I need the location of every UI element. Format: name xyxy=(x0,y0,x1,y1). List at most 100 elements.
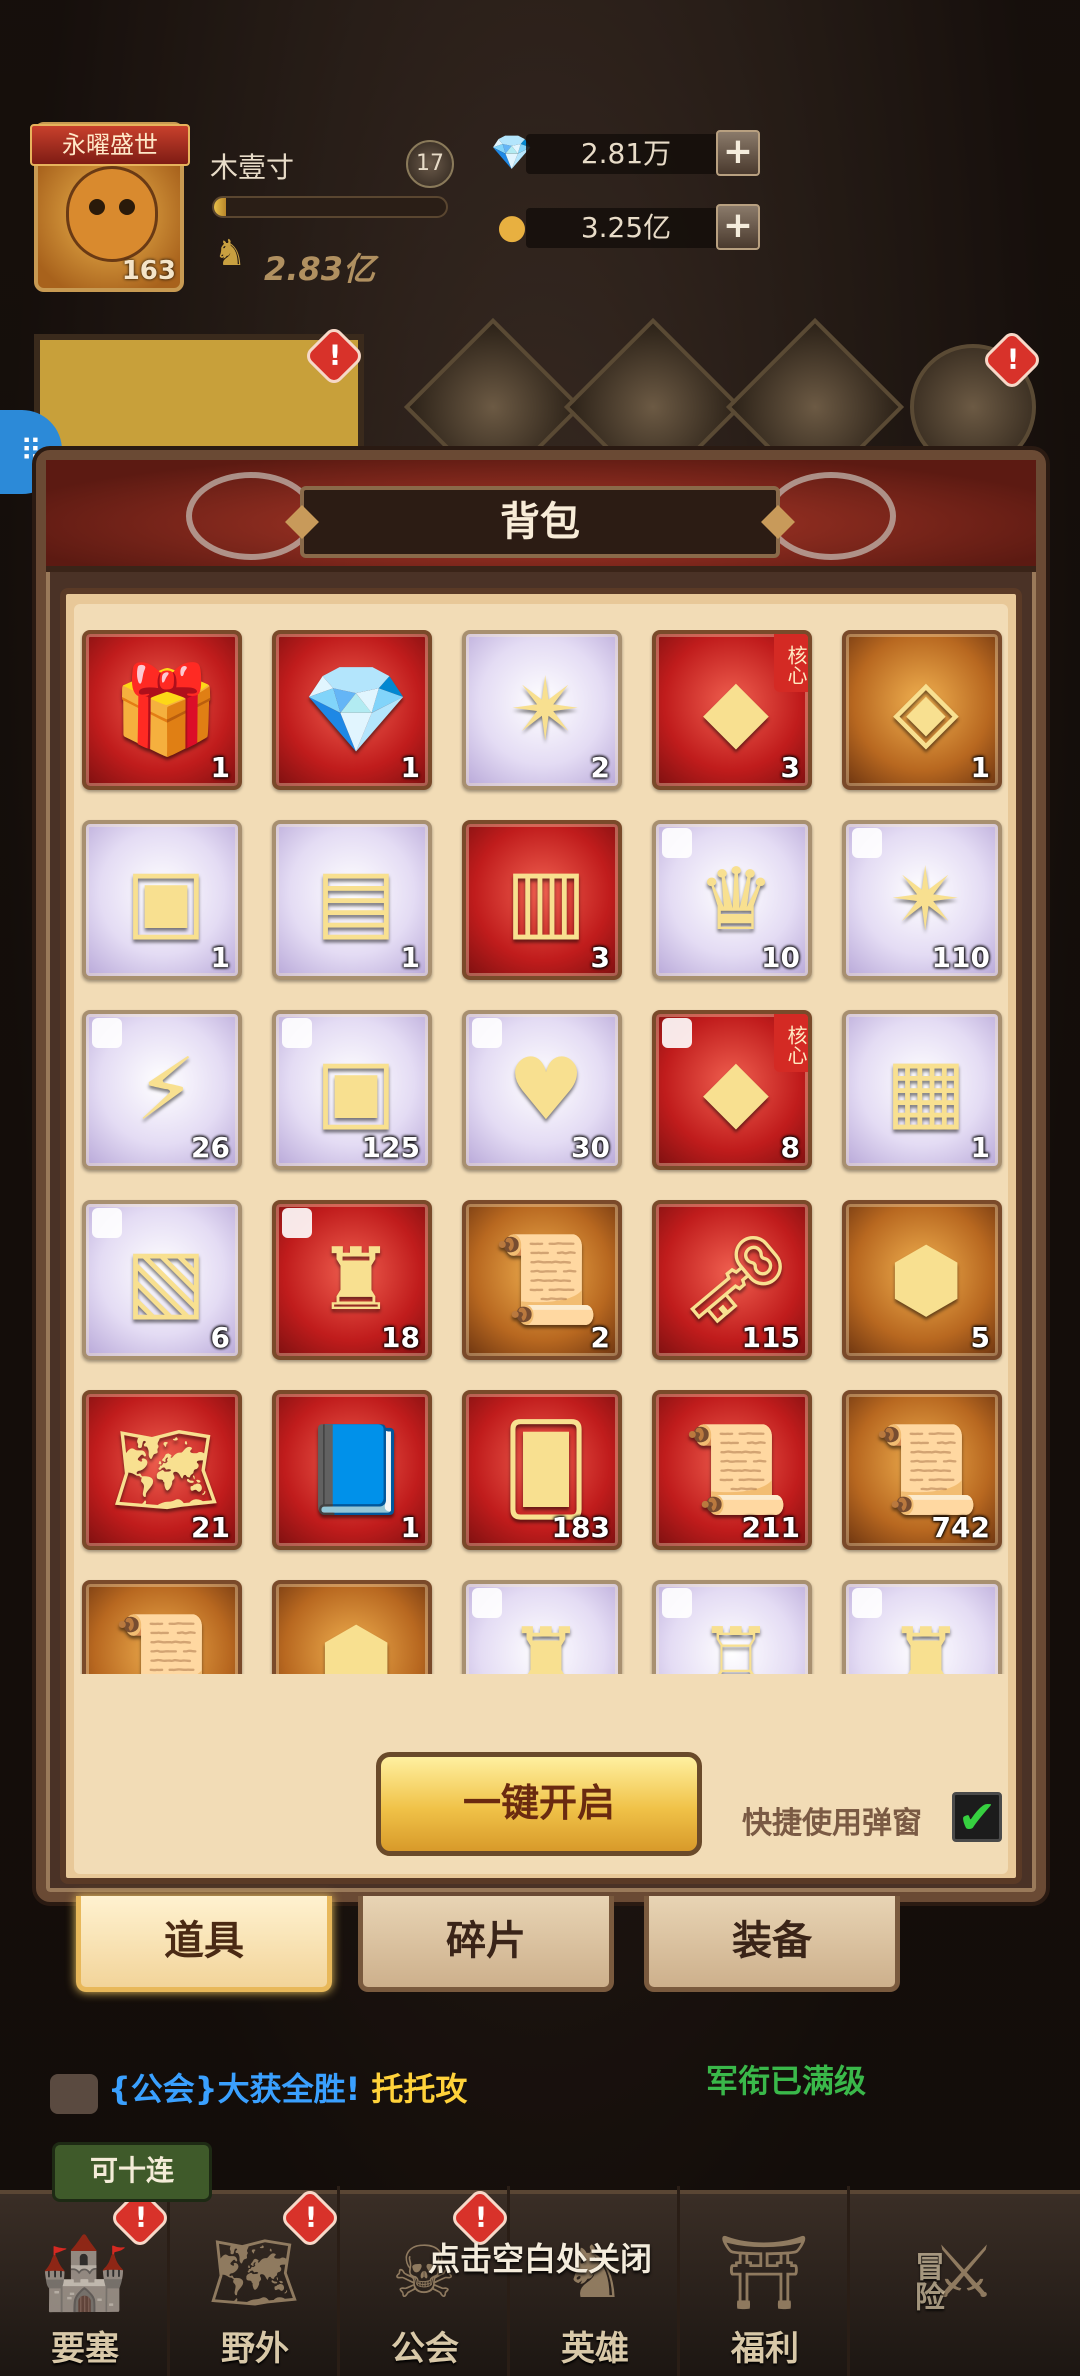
nav-heroes[interactable]: ♞ 英雄 xyxy=(510,2186,680,2376)
quick-use-label: 快捷使用弹窗 xyxy=(742,1806,922,1841)
quick-use-checkbox[interactable]: ✔ xyxy=(952,1792,1002,1842)
tab-items[interactable]: 道具 xyxy=(76,1896,332,1992)
power-value: 2.83亿 xyxy=(264,250,375,288)
item-quantity: 1 xyxy=(970,751,990,784)
chat-highlight: 托托攻 xyxy=(371,2070,468,2108)
inventory-slot[interactable]: 📘 1 xyxy=(272,1390,432,1550)
inventory-slot[interactable]: ♥ 30 xyxy=(462,1010,622,1170)
avatar-level: 163 xyxy=(121,256,176,286)
item-quantity: 1 xyxy=(400,751,420,784)
inventory-slot[interactable]: 📜 xyxy=(82,1580,242,1674)
nav-label: 英雄 xyxy=(561,2329,629,2369)
top-hud: 163 永曜盛世 木壹寸 17 ♞ 2.83亿 💎 2.81万 + ● 3.25… xyxy=(0,0,1080,497)
item-quantity: 2 xyxy=(590,751,610,784)
inventory-slot[interactable]: 💎 1 xyxy=(272,630,432,790)
player-name: 木壹寸 xyxy=(210,151,295,184)
chat-icon[interactable] xyxy=(50,2074,98,2114)
item-quantity: 211 xyxy=(741,1511,800,1544)
inventory-slot[interactable]: 🗺 21 xyxy=(82,1390,242,1550)
item-grid-viewport[interactable]: 🎁 1 💎 1 ✴ 2 ◆ 核心 3 ◈ 1 ▣ 1 ▤ 1 ▥ 3 ♛ 10 ✴ 110 ⚡ 26 ▣ 125 ♥ 30 ◆ 核心 8 ▦… xyxy=(80,630,1020,1674)
tab-fragments[interactable]: 碎片 xyxy=(358,1896,614,1992)
open-all-button[interactable]: 一键开启 xyxy=(376,1752,702,1856)
inventory-slot[interactable]: ♖ xyxy=(652,1580,812,1674)
inventory-slot[interactable]: ▥ 3 xyxy=(462,820,622,980)
item-quantity: 10 xyxy=(761,941,800,974)
royal-chest-icon: ▦ xyxy=(885,1040,967,1140)
item-quantity: 30 xyxy=(571,1131,610,1164)
inventory-slot[interactable]: 🂠 183 xyxy=(462,1390,622,1550)
inventory-slot[interactable]: ◈ 1 xyxy=(842,630,1002,790)
item-quantity: 2 xyxy=(590,1321,610,1354)
nav-label: 野外 xyxy=(221,2329,289,2369)
inventory-slot[interactable]: ▣ 125 xyxy=(272,1010,432,1170)
nav-label: 福利 xyxy=(731,2329,799,2369)
inventory-slot[interactable]: ✴ 110 xyxy=(842,820,1002,980)
fragment-puzzle-icon xyxy=(472,1588,502,1618)
gem-pouch-icon: 💎 xyxy=(302,660,410,760)
gold-resource: ● 3.25亿 + xyxy=(486,204,760,250)
inventory-slot[interactable]: 📜 2 xyxy=(462,1200,622,1360)
inventory-slot[interactable]: ♜ xyxy=(462,1580,622,1674)
fragment-puzzle-icon xyxy=(282,1208,312,1238)
inventory-slot[interactable]: 📜 211 xyxy=(652,1390,812,1550)
item-quantity: 6 xyxy=(210,1321,230,1354)
rune-chest-fragment-icon: ▧ xyxy=(125,1230,207,1330)
fragment-puzzle-icon xyxy=(662,1018,692,1048)
avatar-face xyxy=(66,166,158,262)
nav-adventure[interactable]: ⚔ 冒险 xyxy=(850,2186,1080,2376)
ten-pull-badge[interactable]: 可十连 xyxy=(52,2142,212,2202)
core-tag: 核心 xyxy=(774,634,808,692)
nav-label: 公会 xyxy=(391,2329,459,2369)
panel-title: 背包 xyxy=(300,486,780,558)
inventory-slot[interactable]: ⚡ 26 xyxy=(82,1010,242,1170)
inventory-slot[interactable]: ◆ 核心 8 xyxy=(652,1010,812,1170)
inventory-slot[interactable]: 🎁 1 xyxy=(82,630,242,790)
item-quantity: 125 xyxy=(361,1131,420,1164)
inventory-slot[interactable]: ▤ 1 xyxy=(272,820,432,980)
fragment-puzzle-icon xyxy=(662,1588,692,1618)
inventory-slot[interactable]: ▧ 6 xyxy=(82,1200,242,1360)
fragment-puzzle-icon xyxy=(852,828,882,858)
gift-box-icon: 🎁 xyxy=(112,660,220,760)
inventory-slot[interactable]: ▣ 1 xyxy=(82,820,242,980)
blue-book-icon: 📘 xyxy=(302,1420,410,1520)
chat-text: 大获全胜! xyxy=(217,2070,361,2108)
tab-equipment[interactable]: 装备 xyxy=(644,1896,900,1992)
inventory-slot[interactable]: ◆ 核心 3 xyxy=(652,630,812,790)
item-quantity: 3 xyxy=(590,941,610,974)
inventory-slot[interactable]: ♜ 18 xyxy=(272,1200,432,1360)
star-card-icon: ✴ xyxy=(509,660,583,760)
gold-amount: 3.25亿 xyxy=(526,208,726,248)
item-quantity: 1 xyxy=(210,751,230,784)
inventory-slot[interactable]: ✴ 2 xyxy=(462,630,622,790)
close-hint: 点击空白处关闭 xyxy=(427,2240,652,2278)
item-quantity: 26 xyxy=(191,1131,230,1164)
chat-channel: {公会} xyxy=(108,2070,218,2108)
tower-fragment-icon: ♖ xyxy=(697,1610,775,1674)
diamond-resource: 💎 2.81万 + xyxy=(486,130,760,176)
item-quantity: 5 xyxy=(970,1321,990,1354)
inventory-slot[interactable]: ♛ 10 xyxy=(652,820,812,980)
fragment-puzzle-icon xyxy=(472,1018,502,1048)
item-quantity: 115 xyxy=(741,1321,800,1354)
spire-fragment-icon: ♜ xyxy=(887,1610,965,1674)
avatar-eye-left xyxy=(89,199,105,215)
inventory-slot[interactable]: ▦ 1 xyxy=(842,1010,1002,1170)
inventory-slot[interactable]: ⬢ xyxy=(272,1580,432,1674)
add-diamonds-button[interactable]: + xyxy=(716,130,760,176)
nav-welfare[interactable]: ⛩ 福利 xyxy=(680,2186,850,2376)
item-grid: 🎁 1 💎 1 ✴ 2 ◆ 核心 3 ◈ 1 ▣ 1 ▤ 1 ▥ 3 ♛ 10 ✴ 110 ⚡ 26 ▣ 125 ♥ 30 ◆ 核心 8 ▦… xyxy=(80,630,1020,1674)
inventory-slot[interactable]: ⬢ 5 xyxy=(842,1200,1002,1360)
inventory-slot[interactable]: 🗝 115 xyxy=(652,1200,812,1360)
avatar-eye-right xyxy=(119,199,135,215)
power-icon: ♞ xyxy=(213,233,247,274)
item-quantity: 742 xyxy=(931,1511,990,1544)
item-quantity: 183 xyxy=(551,1511,610,1544)
add-gold-button[interactable]: + xyxy=(716,204,760,250)
chat-message[interactable]: {公会}大获全胜! 托托攻 xyxy=(108,2064,467,2110)
inventory-slot[interactable]: 📜 742 xyxy=(842,1390,1002,1550)
player-level-badge: 17 xyxy=(406,140,454,188)
nav-label: 要塞 xyxy=(51,2329,119,2369)
inventory-slot[interactable]: ♜ xyxy=(842,1580,1002,1674)
jewel-chest-icon: ▥ xyxy=(505,850,587,950)
